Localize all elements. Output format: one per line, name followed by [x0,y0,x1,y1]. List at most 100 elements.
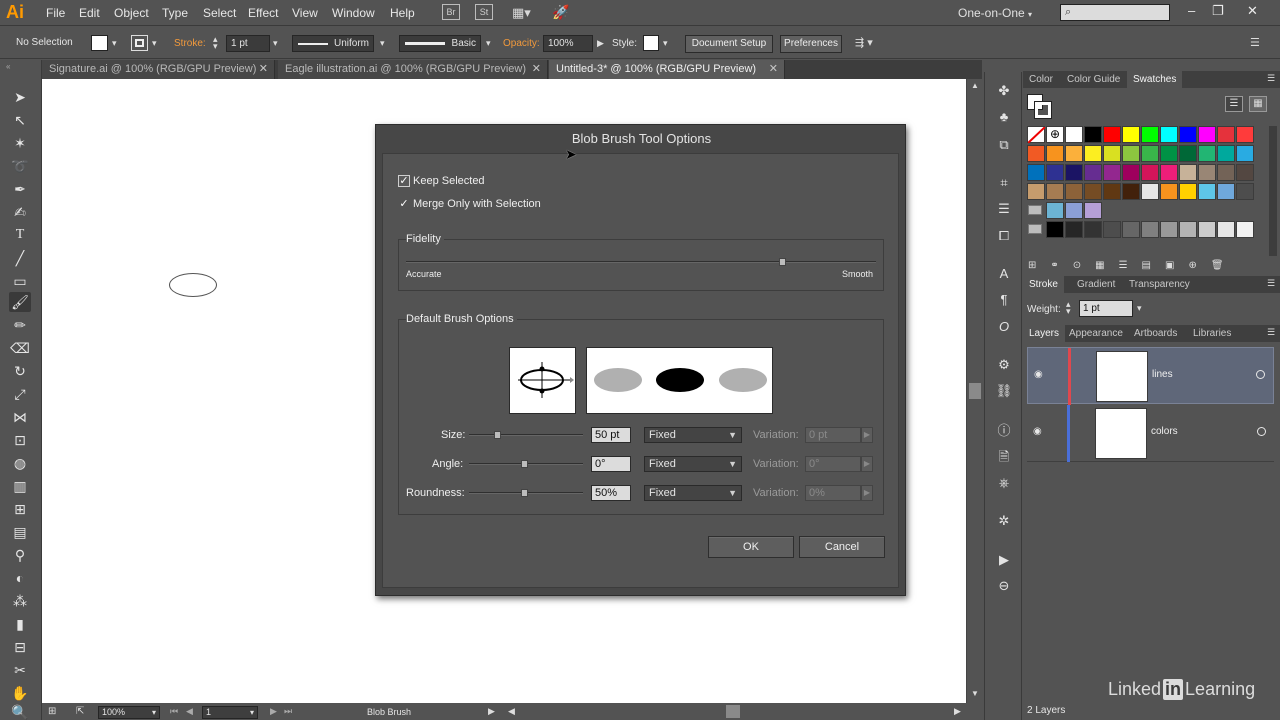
color-swatch[interactable] [1103,145,1121,162]
color-swatch[interactable] [1236,126,1254,143]
asset-export-icon[interactable]: ✲ [995,512,1013,530]
swatch-folder-icon[interactable] [1028,205,1042,215]
color-swatch[interactable] [1198,126,1216,143]
color-swatch[interactable] [1122,126,1140,143]
control-menu-icon[interactable]: ☰ [1250,36,1260,49]
visibility-eye-icon[interactable]: ◉ [1034,369,1043,380]
color-swatch[interactable] [1084,126,1102,143]
color-swatch[interactable] [1179,145,1197,162]
color-swatch[interactable] [1198,164,1216,181]
color-swatch[interactable] [1065,221,1083,238]
gpu-performance-icon[interactable]: 🚀 [552,4,569,21]
color-swatch[interactable]: ⊕ [1046,126,1064,143]
direct-selection-tool-icon[interactable]: ↖ [9,110,31,130]
panel-menu-icon[interactable]: ☰ [1267,327,1275,338]
target-circle-icon[interactable] [1257,427,1266,436]
search-input[interactable]: ⌕ [1060,4,1170,21]
paragraph-icon[interactable]: ¶ [995,291,1013,309]
color-swatch[interactable] [1084,202,1102,219]
brush-shape-preview[interactable] [509,347,576,414]
angle-mode-select[interactable]: Fixed ▼ [644,456,742,472]
fidelity-slider-thumb[interactable] [779,258,786,266]
symbols-sprayer-icon[interactable]: ✤ [995,82,1013,100]
close-window-button[interactable]: ✕ [1247,3,1258,19]
color-swatch[interactable] [1141,126,1159,143]
color-swatch[interactable] [1198,183,1216,200]
stroke-weight-input[interactable]: 1 pt [1079,300,1133,317]
swatch-folder-icon[interactable] [1028,224,1042,234]
menu-view[interactable]: View [292,6,318,20]
collapse-tools-icon[interactable]: « [6,62,10,71]
tab-artboards[interactable]: Artboards [1128,325,1183,342]
tab-stroke[interactable]: Stroke [1023,276,1064,293]
fill-swatch[interactable] [91,35,108,51]
tab-color[interactable]: Color [1023,71,1059,88]
align-icon[interactable]: ☰ [995,200,1013,218]
opacity-arrow-icon[interactable]: ▶ [597,38,604,49]
free-transform-tool-icon[interactable]: ⊡ [9,430,31,450]
next-artboard-icon[interactable]: ▶ [270,706,277,717]
navigator-icon[interactable]: ⎈ [995,474,1013,492]
first-artboard-icon[interactable]: ⏮ [170,706,178,717]
actions-play-icon[interactable]: ▶ [995,551,1013,569]
line-tool-icon[interactable]: ╱ [9,248,31,268]
menu-effect[interactable]: Effect [248,6,278,20]
swatches-footer-icons[interactable]: ⊞⚭⊙▦☰▤▣⊕🗑 [1028,260,1276,272]
color-swatch[interactable] [1141,183,1159,200]
menu-help[interactable]: Help [390,6,415,20]
color-swatch[interactable] [1160,126,1178,143]
stroke-weight-field[interactable]: 1 pt [226,35,270,52]
bridge-icon[interactable]: Br [442,4,460,20]
color-swatch[interactable] [1027,145,1045,162]
color-swatch[interactable] [1179,183,1197,200]
color-swatch[interactable] [1198,145,1216,162]
stock-icon[interactable]: St [475,4,493,20]
graphic-styles-icon[interactable]: ⧉ [995,136,1013,154]
color-swatch[interactable] [1217,164,1235,181]
width-tool-icon[interactable]: ⋈ [9,407,31,427]
color-swatch[interactable] [1160,183,1178,200]
stroke-weight-dropdown-icon[interactable]: ▾ [273,38,278,49]
pen-tool-icon[interactable]: ✒ [9,179,31,199]
close-icon[interactable]: ✕ [532,60,541,79]
color-swatch[interactable] [1084,221,1102,238]
shape-builder-tool-icon[interactable]: ◍ [9,453,31,473]
color-swatch[interactable] [1179,221,1197,238]
opentype-icon[interactable]: O [995,318,1013,336]
stroke-stepper-icon[interactable]: ▴ ▾ [213,35,218,51]
image-trace-icon[interactable]: ⚙ [995,356,1013,374]
tab-untitled-3[interactable]: Untitled-3* @ 100% (RGB/GPU Preview) ✕ [549,60,785,79]
scale-tool-icon[interactable]: ⤢ [9,384,31,404]
style-swatch[interactable] [643,35,659,51]
scroll-left-icon[interactable]: ◀ [508,706,515,717]
tab-eagle-illustration[interactable]: Eagle illustration.ai @ 100% (RGB/GPU Pr… [278,60,548,79]
preferences-button[interactable]: Preferences [780,35,842,53]
color-swatch[interactable] [1103,164,1121,181]
blend-tool-icon[interactable]: ◐ [9,568,31,588]
color-swatch[interactable] [1160,221,1178,238]
horizontal-scroll-thumb[interactable] [726,705,740,718]
artboard-nav-icon[interactable]: ⊞ [48,706,56,717]
layer-name[interactable]: colors [1151,426,1178,437]
workspace-switcher[interactable]: One-on-One ▾ [958,6,1032,20]
color-swatch[interactable] [1046,183,1064,200]
zoom-field[interactable]: 100% ▾ [98,706,160,719]
stroke-label[interactable]: Stroke: [174,38,206,49]
eraser-tool-icon[interactable]: ⌫ [9,338,31,358]
color-swatch[interactable] [1065,164,1083,181]
weight-stepper-icon[interactable]: ▴ ▾ [1066,300,1071,316]
color-swatch[interactable] [1046,164,1064,181]
scroll-down-icon[interactable]: ▼ [971,689,979,698]
roundness-slider-thumb[interactable] [521,489,528,497]
color-swatch[interactable] [1103,183,1121,200]
type-tool-icon[interactable]: T [9,225,31,245]
mesh-tool-icon[interactable]: ⊞ [9,499,31,519]
tab-gradient[interactable]: Gradient [1071,276,1121,293]
size-input[interactable]: 50 pt [591,427,631,443]
profile-dropdown-icon[interactable]: ▾ [380,38,385,49]
color-swatch[interactable] [1046,145,1064,162]
size-slider-thumb[interactable] [494,431,501,439]
color-swatch[interactable] [1141,164,1159,181]
scroll-right-icon[interactable]: ▶ [954,706,961,717]
color-swatch[interactable] [1122,145,1140,162]
